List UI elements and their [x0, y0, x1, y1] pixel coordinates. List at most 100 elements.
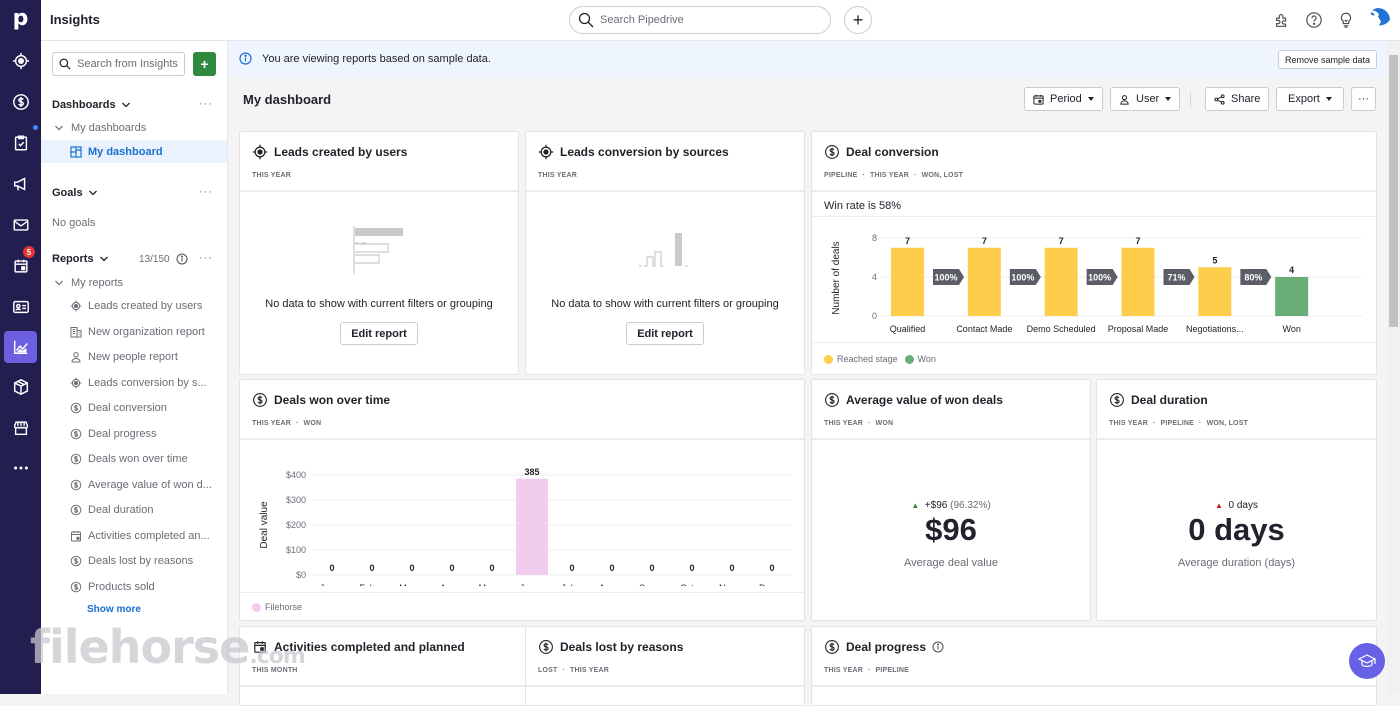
caret-down-icon: [1087, 97, 1094, 101]
report-card-leads-conversion-by-sources[interactable]: Leads conversion by sources THIS YEAR No…: [525, 131, 805, 375]
goals-section-toggle[interactable]: Goals: [52, 187, 98, 199]
user-filter-button[interactable]: User: [1110, 87, 1181, 111]
report-item[interactable]: Leads conversion by s...: [41, 372, 227, 394]
nav-activities[interactable]: 5: [4, 246, 37, 282]
goals-more-button[interactable]: ···: [199, 186, 213, 198]
share-button[interactable]: Share: [1205, 87, 1270, 111]
report-item[interactable]: Activities completed an...: [41, 525, 227, 547]
report-item-label: Deals won over time: [88, 453, 188, 465]
calendar-icon: [1033, 94, 1044, 105]
card-meta: THIS YEAR: [252, 172, 291, 179]
bar-value-label: 0: [689, 563, 694, 573]
horizontal-bar-chart-placeholder-icon: [353, 226, 403, 274]
nav-campaigns[interactable]: [4, 168, 37, 200]
dollar-icon: [253, 393, 267, 407]
reports-section-toggle[interactable]: Reports: [52, 253, 109, 265]
bar-value-label: 7: [1135, 236, 1140, 246]
nav-deals[interactable]: [4, 86, 37, 118]
dashboards-section-toggle[interactable]: Dashboards: [52, 99, 131, 111]
nav-more[interactable]: [4, 452, 37, 484]
page-scrollbar[interactable]: [1387, 41, 1400, 694]
pipedrive-logo[interactable]: p: [0, 6, 41, 31]
bar: [516, 478, 548, 575]
report-item[interactable]: Average value of won d...: [41, 474, 227, 496]
dashboard-grid-icon: [70, 145, 82, 158]
quick-add-button[interactable]: +: [844, 6, 872, 34]
report-card-deals-lost[interactable]: Deals lost by reasons LOST · THIS YEAR: [525, 626, 805, 706]
share-icon: [1214, 93, 1225, 105]
global-search-input[interactable]: Search Pipedrive: [569, 6, 831, 34]
report-item[interactable]: Deals won over time: [41, 448, 227, 470]
report-card-deal-progress[interactable]: Deal progress THIS YEAR · PIPELINE: [811, 626, 1377, 706]
avatar[interactable]: [1365, 7, 1391, 33]
dashboards-more-button[interactable]: ···: [199, 98, 213, 110]
info-icon[interactable]: [176, 253, 188, 265]
report-item[interactable]: Leads created by users: [41, 295, 227, 317]
person-icon: [1120, 94, 1129, 105]
chevron-down-icon: [99, 256, 108, 262]
my-dashboards-group[interactable]: My dashboards: [41, 117, 227, 139]
remove-sample-data-button[interactable]: Remove sample data: [1277, 50, 1377, 69]
card-title: Deals won over time: [274, 393, 391, 407]
chart-legend: Reached stage Won: [824, 354, 936, 364]
nav-leads[interactable]: [4, 45, 37, 77]
export-button[interactable]: Export: [1276, 87, 1344, 111]
report-card-deal-conversion[interactable]: Deal conversion PIPELINE · THIS YEAR · WON, …: [811, 131, 1377, 375]
nav-contacts[interactable]: [4, 291, 37, 323]
mail-icon: [13, 219, 28, 231]
report-card-deals-won-over-time[interactable]: Deals won over time THIS YEAR · WON $0 $100…: [239, 379, 805, 621]
x-tick-label: Oct ...: [680, 583, 704, 586]
kpi-value: $96: [925, 512, 977, 547]
search-icon: [578, 12, 594, 28]
insights-search-input[interactable]: Search from Insights: [52, 52, 185, 76]
add-insight-button[interactable]: +: [193, 52, 216, 76]
dashboard-more-button[interactable]: ···: [1351, 87, 1376, 111]
reports-more-button[interactable]: ···: [199, 252, 213, 264]
help-icon[interactable]: [1305, 11, 1323, 29]
x-tick-label: Apr ...: [440, 583, 464, 586]
edit-report-button[interactable]: Edit report: [340, 322, 418, 345]
y-tick-label: $300: [286, 495, 306, 505]
report-item[interactable]: New people report: [41, 346, 227, 368]
scrollbar-thumb[interactable]: [1389, 55, 1398, 327]
report-card-leads-created-by-users[interactable]: Leads created by users THIS YEAR No data…: [239, 131, 519, 375]
report-item[interactable]: Deals lost by reasons: [41, 550, 227, 572]
dashboard-item-my-dashboard[interactable]: My dashboard: [41, 140, 227, 163]
report-item[interactable]: New organization report: [41, 321, 227, 343]
nav-insights[interactable]: [4, 331, 37, 363]
x-tick-label: Jul ...: [561, 583, 583, 586]
target-icon: [70, 377, 82, 389]
chevron-down-icon: [88, 190, 97, 196]
report-item-label: Deal conversion: [88, 402, 167, 414]
edit-report-button[interactable]: Edit report: [626, 322, 704, 345]
dollar-icon: [70, 555, 82, 567]
report-item[interactable]: Deal duration: [41, 499, 227, 521]
report-item[interactable]: Deal progress: [41, 423, 227, 445]
card-header: Deal duration: [1109, 392, 1208, 408]
y-tick-label: $200: [286, 520, 306, 530]
lightbulb-icon[interactable]: [1337, 11, 1355, 29]
nav-marketplace[interactable]: [4, 412, 37, 444]
x-tick-label: Won: [1282, 324, 1300, 334]
target-icon: [538, 144, 554, 160]
info-icon[interactable]: [932, 641, 944, 653]
report-item[interactable]: Deal conversion: [41, 397, 227, 419]
puzzle-icon[interactable]: [1273, 11, 1291, 29]
dollar-icon: [70, 581, 82, 593]
conversion-rate-label: 100%: [934, 273, 957, 283]
nav-mail[interactable]: [4, 209, 37, 241]
chevron-down-icon: [121, 102, 130, 108]
nav-projects[interactable]: [4, 125, 38, 159]
report-card-average-value-won-deals[interactable]: Average value of won deals THIS YEAR · WON…: [811, 379, 1091, 621]
dashboard-title: My dashboard: [243, 92, 332, 107]
academy-button[interactable]: [1349, 643, 1385, 679]
report-item-label: Deal duration: [88, 504, 154, 516]
my-reports-group[interactable]: My reports: [41, 272, 227, 294]
report-card-deal-duration[interactable]: Deal duration THIS YEAR · PIPELINE · WON, LO…: [1096, 379, 1377, 621]
report-item[interactable]: Products sold: [41, 576, 227, 598]
nav-products[interactable]: [4, 371, 37, 403]
person-icon: [70, 351, 82, 363]
show-more-link[interactable]: Show more: [87, 604, 141, 615]
info-icon: [239, 52, 252, 65]
period-filter-button[interactable]: Period: [1024, 87, 1103, 111]
